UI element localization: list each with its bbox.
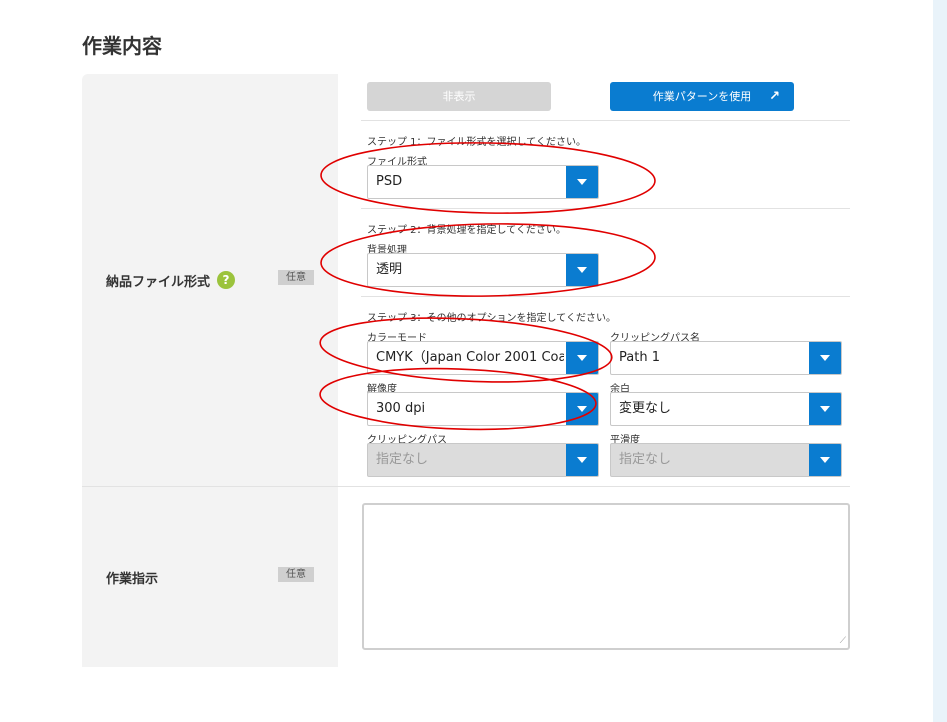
clipping-path-value: 指定なし <box>376 452 429 467</box>
smoothness-select[interactable]: 指定なし <box>610 443 842 477</box>
use-work-pattern-label: 作業パターンを使用 <box>652 90 752 103</box>
use-work-pattern-button[interactable]: 作業パターンを使用 ↗ <box>610 82 794 111</box>
color-mode-select[interactable]: CMYK（Japan Color 2001 Coated） <box>367 341 599 375</box>
step3-instruction: ステップ 3：その他のオプションを指定してください。 <box>367 313 616 324</box>
chevron-down-icon[interactable] <box>809 342 841 374</box>
smoothness-value: 指定なし <box>619 452 672 467</box>
optional-badge: 任意 <box>278 567 314 582</box>
file-format-value: PSD <box>376 174 403 189</box>
chevron-down-icon[interactable] <box>566 342 598 374</box>
resolution-value: 300 dpi <box>376 401 426 416</box>
divider <box>361 296 850 297</box>
file-format-select[interactable]: PSD <box>367 165 599 199</box>
hide-button[interactable]: 非表示 <box>367 82 551 111</box>
external-link-icon: ↗ <box>769 89 780 104</box>
chevron-down-icon[interactable] <box>566 166 598 198</box>
background-processing-value: 透明 <box>376 262 403 277</box>
divider <box>361 120 850 121</box>
hide-button-label: 非表示 <box>442 90 476 103</box>
work-instructions-label: 作業指示 <box>106 572 159 587</box>
background-processing-select[interactable]: 透明 <box>367 253 599 287</box>
work-instructions-textarea[interactable]: ⟋ <box>362 503 850 650</box>
delivery-format-label: 納品ファイル形式 <box>106 275 211 290</box>
page-title: 作業内容 <box>82 34 162 58</box>
resize-handle-icon[interactable]: ⟋ <box>840 637 846 646</box>
margin-value: 変更なし <box>619 401 672 416</box>
chevron-down-icon[interactable] <box>809 444 841 476</box>
optional-badge: 任意 <box>278 270 314 285</box>
chevron-down-icon[interactable] <box>566 254 598 286</box>
step1-instruction: ステップ 1：ファイル形式を選択してください。 <box>367 137 586 148</box>
margin-select[interactable]: 変更なし <box>610 392 842 426</box>
help-icon[interactable]: ? <box>217 271 235 289</box>
color-mode-value: CMYK（Japan Color 2001 Coated） <box>376 350 564 365</box>
chevron-down-icon[interactable] <box>566 444 598 476</box>
clipping-path-name-select[interactable]: Path 1 <box>610 341 842 375</box>
resolution-select[interactable]: 300 dpi <box>367 392 599 426</box>
chevron-down-icon[interactable] <box>566 393 598 425</box>
right-edge-strip <box>933 0 947 722</box>
chevron-down-icon[interactable] <box>809 393 841 425</box>
clipping-path-select[interactable]: 指定なし <box>367 443 599 477</box>
divider <box>361 208 850 209</box>
step2-instruction: ステップ 2：背景処理を指定してください。 <box>367 225 566 236</box>
clipping-path-name-value: Path 1 <box>619 350 660 365</box>
